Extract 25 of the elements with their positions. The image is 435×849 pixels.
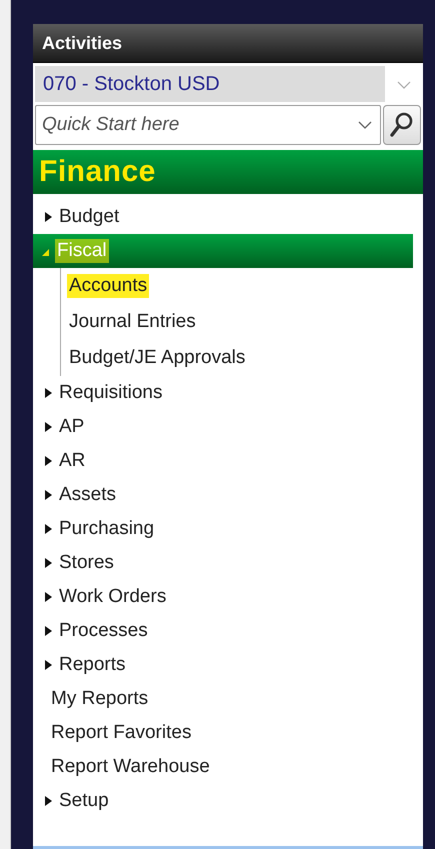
- tree-item[interactable]: Processes: [33, 614, 423, 648]
- tree-item[interactable]: AP: [33, 410, 423, 444]
- tree-item[interactable]: Journal Entries: [61, 304, 423, 340]
- tree-item[interactable]: Assets: [33, 478, 423, 512]
- tree-item[interactable]: Report Warehouse: [33, 750, 423, 784]
- tree-item[interactable]: Accounts: [61, 268, 423, 304]
- chevron-icon: [397, 81, 411, 89]
- chevron-icon: [358, 121, 372, 129]
- tree-item[interactable]: Budget/JE Approvals: [61, 340, 423, 376]
- tree-item[interactable]: Reports: [33, 648, 423, 682]
- quick-start-field[interactable]: Quick Start here: [40, 113, 358, 137]
- tree-item[interactable]: My Reports: [33, 682, 423, 716]
- tree-item[interactable]: Report Favorites: [33, 716, 423, 750]
- panel-title: Activities: [42, 32, 122, 54]
- tree-item[interactable]: Work Orders: [33, 580, 423, 614]
- tree-item[interactable]: Budget: [33, 200, 423, 234]
- tree-item[interactable]: Purchasing: [33, 512, 423, 546]
- search-button[interactable]: [383, 105, 421, 145]
- tree-item[interactable]: Stores: [33, 546, 423, 580]
- search-icon: [390, 112, 414, 138]
- tree-item[interactable]: Setup: [33, 784, 423, 818]
- quick-start-combo[interactable]: Quick Start here: [35, 105, 381, 145]
- tree-item[interactable]: AR: [33, 444, 423, 478]
- section-title: Finance: [39, 155, 156, 189]
- tree-item[interactable]: Requisitions: [33, 376, 423, 410]
